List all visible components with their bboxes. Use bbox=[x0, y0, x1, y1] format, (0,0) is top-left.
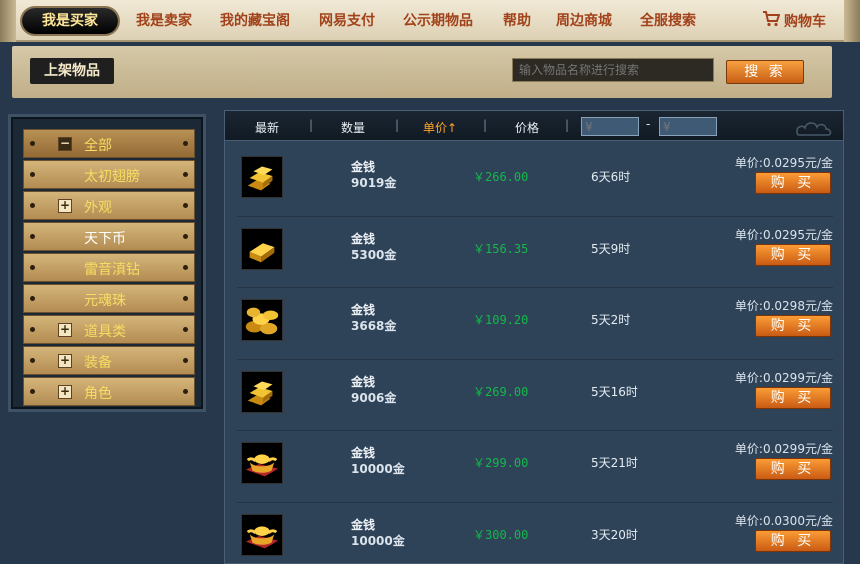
item-unit-price: 单价:0.0299元/金 bbox=[734, 370, 833, 385]
item-amount: 10000金 bbox=[351, 533, 405, 548]
item-price: ￥156.35 bbox=[473, 241, 529, 256]
nav-item-public-items[interactable]: 公示期物品 bbox=[403, 10, 473, 30]
item-time-left: 5天2时 bbox=[591, 313, 631, 327]
search-input[interactable] bbox=[512, 58, 714, 82]
item-time-left: 3天20时 bbox=[591, 527, 638, 542]
item-time-left: 6天6时 bbox=[591, 170, 631, 184]
max-price-input[interactable] bbox=[659, 117, 717, 136]
sidebar-item-label: 全部 bbox=[84, 138, 112, 154]
cart-link[interactable]: 购物车 bbox=[762, 11, 826, 31]
sort-quantity[interactable]: 数量 bbox=[341, 119, 365, 136]
nav-item-my-treasure[interactable]: 我的藏宝阁 bbox=[220, 10, 290, 30]
buy-button[interactable]: 购 买 bbox=[755, 172, 831, 194]
nav-item-merch-mall[interactable]: 周边商城 bbox=[556, 10, 612, 30]
plus-icon[interactable]: + bbox=[58, 354, 72, 368]
item-amount: 9006金 bbox=[351, 390, 397, 405]
item-time-left: 5天21时 bbox=[591, 456, 638, 470]
listing-row: 金钱 5300金 ￥156.35 5天9时 单价:0.0295元/金 购 买 bbox=[237, 217, 833, 288]
gold-bar-icon[interactable] bbox=[241, 227, 283, 270]
sidebar-item-equipment[interactable]: + 装备 bbox=[23, 346, 195, 375]
item-name[interactable]: 金钱 bbox=[351, 516, 375, 533]
listing-bar: 上架物品 搜 索 bbox=[12, 46, 832, 98]
listing-row: 金钱 10000金 ￥299.00 5天21时 单价:0.0299元/金 购 买 bbox=[237, 431, 833, 503]
nav-item-buyer[interactable]: 我是买家 bbox=[22, 8, 118, 34]
item-price: ￥300.00 bbox=[473, 527, 529, 542]
sidebar-item-label: 元魂珠 bbox=[84, 293, 126, 309]
sidebar-item-diamond[interactable]: 雷音滇钻 bbox=[23, 253, 195, 282]
item-unit-price: 单价:0.0300元/金 bbox=[734, 513, 833, 528]
minus-icon[interactable]: − bbox=[58, 137, 72, 151]
sidebar-item-character[interactable]: + 角色 bbox=[23, 377, 195, 406]
item-name[interactable]: 金钱 bbox=[351, 444, 375, 461]
item-amount: 9019金 bbox=[351, 176, 397, 190]
buy-button[interactable]: 购 买 bbox=[755, 458, 831, 480]
item-name[interactable]: 金钱 bbox=[351, 301, 375, 318]
item-unit-price: 单价:0.0298元/金 bbox=[734, 299, 833, 313]
sidebar-item-label: 雷音滇钻 bbox=[84, 262, 140, 278]
item-amount: 10000金 bbox=[351, 462, 405, 476]
sidebar-item-label: 太初翅膀 bbox=[84, 169, 140, 185]
gold-ingot-icon[interactable] bbox=[241, 442, 283, 484]
item-time-left: 5天9时 bbox=[591, 241, 631, 256]
top-nav: 我是买家 我是卖家 我的藏宝阁 网易支付 公示期物品 帮助 周边商城 全服搜索 … bbox=[0, 0, 860, 42]
item-amount: 3668金 bbox=[351, 319, 397, 333]
sidebar-item-currency[interactable]: 天下币 bbox=[23, 222, 195, 251]
sidebar-item-label: 角色 bbox=[84, 386, 112, 402]
sidebar-item-soul-orb[interactable]: 元魂珠 bbox=[23, 284, 195, 313]
sidebar-item-label: 天下币 bbox=[84, 231, 126, 247]
category-sidebar: − 全部 太初翅膀 + 外观 天下币 雷音滇钻 元魂珠 + 道具类 + 装备 +… bbox=[8, 114, 206, 412]
item-price: ￥266.00 bbox=[473, 170, 529, 184]
buy-button[interactable]: 购 买 bbox=[755, 315, 831, 337]
sidebar-item-props[interactable]: + 道具类 bbox=[23, 315, 195, 344]
item-price: ￥269.00 bbox=[473, 384, 529, 399]
plus-icon[interactable]: + bbox=[58, 323, 72, 337]
item-unit-price: 单价:0.0299元/金 bbox=[734, 442, 833, 456]
gold-bars-icon[interactable] bbox=[241, 370, 283, 413]
item-unit-price: 单价:0.0295元/金 bbox=[734, 156, 833, 170]
listing-list: 金钱 9019金 ￥266.00 6天6时 单价:0.0295元/金 购 买 金… bbox=[237, 145, 833, 564]
cloud-ornament-icon bbox=[796, 122, 832, 136]
gold-ingot-icon[interactable] bbox=[241, 513, 283, 556]
nav-item-server-search[interactable]: 全服搜索 bbox=[640, 10, 696, 30]
item-time-left: 5天16时 bbox=[591, 384, 638, 399]
item-unit-price: 单价:0.0295元/金 bbox=[734, 227, 833, 242]
listing-row: 金钱 10000金 ￥300.00 3天20时 单价:0.0300元/金 购 买 bbox=[237, 503, 833, 564]
sort-newest[interactable]: 最新 bbox=[255, 119, 279, 136]
listing-row: 金钱 3668金 ￥109.20 5天2时 单价:0.0298元/金 购 买 bbox=[237, 288, 833, 360]
sidebar-item-label: 装备 bbox=[84, 355, 112, 371]
nav-item-netease-pay[interactable]: 网易支付 bbox=[319, 10, 375, 30]
item-price: ￥299.00 bbox=[473, 456, 529, 470]
sort-filter-bar: 最新 | 数量 | 单价↑ | 价格 | - bbox=[225, 111, 843, 141]
sidebar-item-wings[interactable]: 太初翅膀 bbox=[23, 160, 195, 189]
search-button[interactable]: 搜 索 bbox=[726, 60, 804, 84]
sort-price[interactable]: 价格 bbox=[515, 119, 539, 136]
item-name[interactable]: 金钱 bbox=[351, 373, 375, 390]
price-range-dash: - bbox=[646, 117, 651, 131]
sidebar-item-all[interactable]: − 全部 bbox=[23, 129, 195, 158]
buy-button[interactable]: 购 买 bbox=[755, 529, 831, 552]
nav-item-help[interactable]: 帮助 bbox=[503, 10, 531, 30]
listing-row: 金钱 9019金 ￥266.00 6天6时 单价:0.0295元/金 购 买 bbox=[237, 145, 833, 217]
page-title: 上架物品 bbox=[30, 58, 114, 84]
sidebar-item-label: 外观 bbox=[84, 200, 112, 216]
buy-button[interactable]: 购 买 bbox=[755, 243, 831, 266]
gold-coins-icon[interactable] bbox=[241, 299, 283, 341]
cart-icon bbox=[762, 11, 781, 31]
item-name[interactable]: 金钱 bbox=[351, 158, 375, 175]
min-price-input[interactable] bbox=[581, 117, 639, 136]
listing-panel: 最新 | 数量 | 单价↑ | 价格 | - 金钱 9019金 ￥266.00 … bbox=[224, 110, 844, 564]
sort-unit-price[interactable]: 单价↑ bbox=[423, 119, 457, 136]
gold-bars-icon[interactable] bbox=[241, 156, 283, 198]
listing-row: 金钱 9006金 ￥269.00 5天16时 单价:0.0299元/金 购 买 bbox=[237, 360, 833, 431]
sidebar-item-appearance[interactable]: + 外观 bbox=[23, 191, 195, 220]
item-price: ￥109.20 bbox=[473, 313, 529, 327]
plus-icon[interactable]: + bbox=[58, 199, 72, 213]
plus-icon[interactable]: + bbox=[58, 385, 72, 399]
sidebar-item-label: 道具类 bbox=[84, 324, 126, 340]
nav-item-seller[interactable]: 我是卖家 bbox=[136, 10, 192, 30]
item-amount: 5300金 bbox=[351, 247, 397, 262]
cart-label: 购物车 bbox=[784, 14, 826, 30]
buy-button[interactable]: 购 买 bbox=[755, 386, 831, 409]
item-name[interactable]: 金钱 bbox=[351, 230, 375, 247]
